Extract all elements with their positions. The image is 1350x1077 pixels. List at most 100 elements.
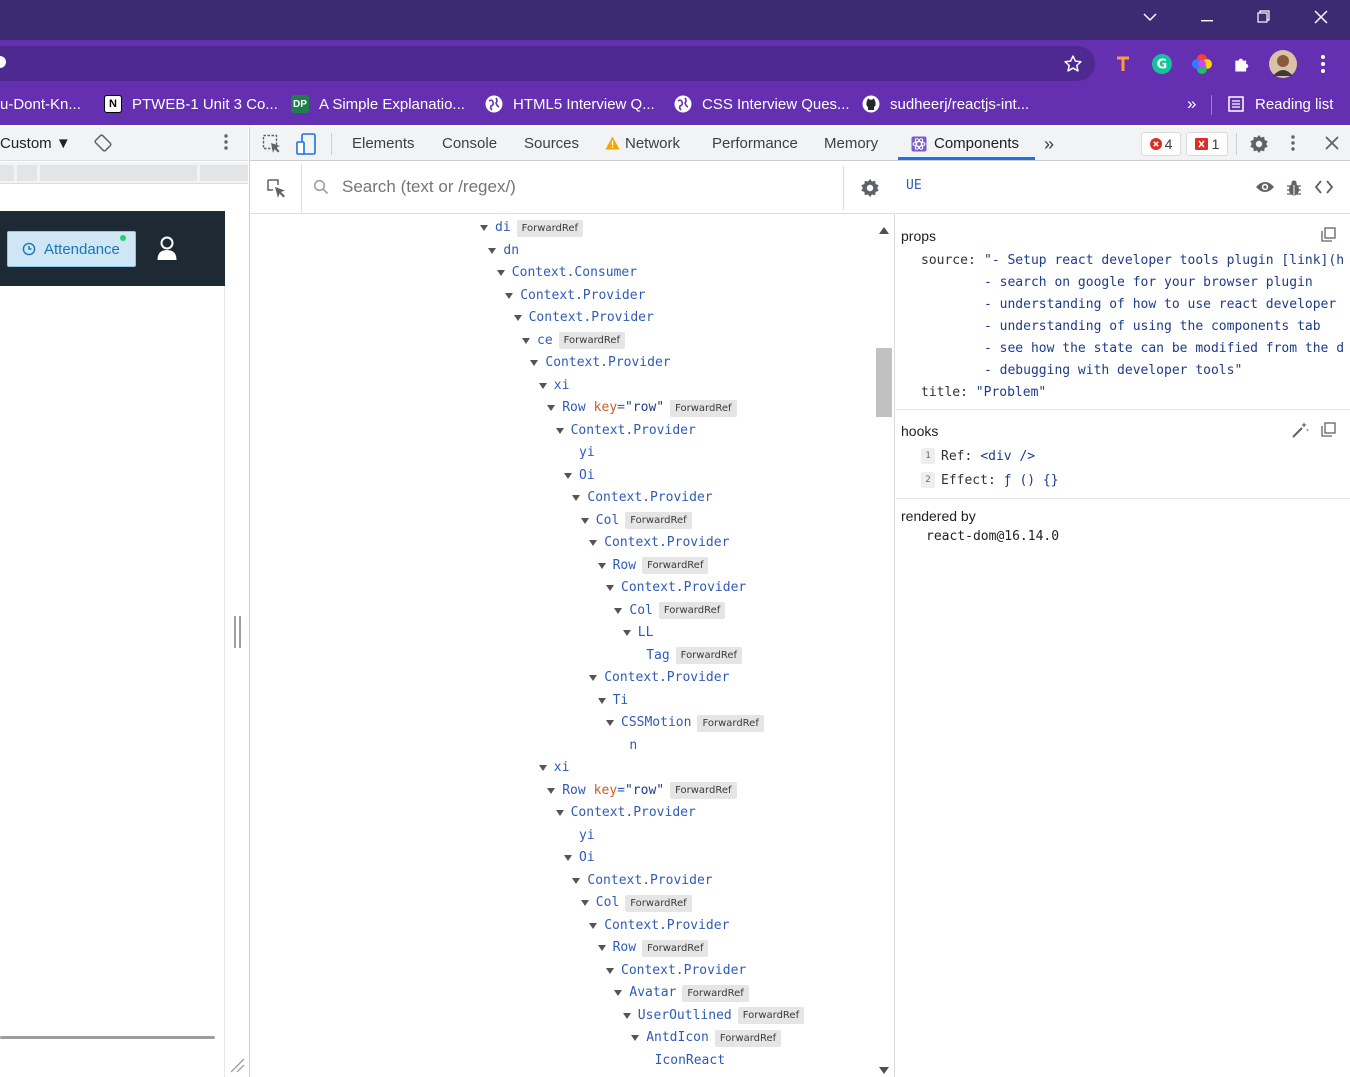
- rotate-icon[interactable]: [94, 134, 112, 152]
- debug-bug-icon[interactable]: [1286, 179, 1304, 197]
- bookmark-item[interactable]: DP A Simple Explanatio...: [291, 85, 465, 123]
- tree-node[interactable]: Oi: [564, 847, 595, 869]
- prop-source-row[interactable]: source:: [921, 253, 976, 268]
- tree-node[interactable]: Col ForwardRef: [580, 510, 692, 532]
- scroll-down-arrow[interactable]: [879, 1062, 889, 1074]
- rendered-by-value[interactable]: react-dom@16.14.0: [926, 529, 1059, 544]
- expand-caret-icon[interactable]: [513, 315, 522, 321]
- extensions-puzzle-icon[interactable]: [1227, 49, 1257, 79]
- expand-caret-icon[interactable]: [555, 810, 564, 816]
- color-picker-extension-icon[interactable]: [1187, 49, 1217, 79]
- tree-node[interactable]: Ti: [597, 690, 628, 712]
- tree-node[interactable]: n: [614, 735, 637, 757]
- bookmark-item[interactable]: u-Dont-Kn...: [0, 85, 81, 123]
- parse-hooks-wand-icon[interactable]: [1291, 421, 1309, 439]
- scroll-up-arrow[interactable]: [879, 222, 889, 234]
- tree-node[interactable]: Context.Provider: [513, 307, 654, 329]
- tree-node[interactable]: Context.Provider: [572, 487, 713, 509]
- reading-list-button[interactable]: Reading list: [1227, 85, 1333, 123]
- expand-caret-icon[interactable]: [589, 922, 598, 929]
- resize-handle[interactable]: [234, 616, 241, 648]
- device-select[interactable]: Custom ▼: [0, 133, 71, 155]
- tree-node[interactable]: ce ForwardRef: [522, 330, 626, 352]
- tree-node[interactable]: xi: [538, 375, 569, 397]
- resize-corner-icon[interactable]: [229, 1057, 245, 1073]
- expand-caret-icon[interactable]: [622, 1012, 631, 1019]
- profile-avatar[interactable]: [1268, 49, 1298, 79]
- expand-caret-icon[interactable]: [564, 855, 572, 861]
- expand-caret-icon[interactable]: [480, 225, 488, 231]
- ruler-segment[interactable]: [40, 165, 197, 181]
- expand-caret-icon[interactable]: [505, 292, 514, 299]
- expand-caret-icon[interactable]: [597, 697, 606, 704]
- copy-hooks-icon[interactable]: [1321, 422, 1337, 438]
- tab-network[interactable]: Network: [625, 127, 680, 161]
- expand-caret-icon[interactable]: [606, 585, 614, 591]
- tree-node[interactable]: Row key = "row" ForwardRef: [547, 780, 737, 802]
- tree-node[interactable]: Context.Provider: [530, 352, 671, 374]
- expand-caret-icon[interactable]: [496, 270, 505, 276]
- tree-node[interactable]: Row ForwardRef: [597, 937, 709, 959]
- tree-node[interactable]: CSSMotion ForwardRef: [606, 712, 764, 734]
- extension-toggl-icon[interactable]: [1108, 49, 1138, 79]
- expand-caret-icon[interactable]: [530, 360, 539, 366]
- search-input[interactable]: [342, 174, 822, 200]
- tree-node[interactable]: Row ForwardRef: [597, 555, 709, 577]
- expand-caret-icon[interactable]: [522, 337, 530, 344]
- tab-search-icon[interactable]: [1121, 0, 1178, 34]
- tab-components[interactable]: Components: [934, 127, 1019, 161]
- attendance-button[interactable]: Attendance: [7, 231, 136, 267]
- hook-row[interactable]: 2 Effect: ƒ () {}: [921, 472, 1059, 488]
- bookmark-item[interactable]: sudheerj/reactjs-int...: [862, 85, 1029, 123]
- tab-elements[interactable]: Elements: [352, 127, 415, 161]
- expand-caret-icon[interactable]: [538, 382, 547, 389]
- bookmark-item[interactable]: N PTWEB-1 Unit 3 Co...: [104, 85, 278, 123]
- tree-scrollbar[interactable]: [876, 215, 892, 1075]
- tree-settings-icon[interactable]: [860, 178, 880, 198]
- errors-badge[interactable]: 4: [1141, 132, 1181, 156]
- issues-badge[interactable]: 1: [1186, 132, 1228, 156]
- tab-sources[interactable]: Sources: [524, 127, 579, 161]
- expand-caret-icon[interactable]: [572, 495, 581, 501]
- expand-caret-icon[interactable]: [580, 900, 589, 906]
- expand-caret-icon[interactable]: [614, 990, 623, 996]
- expand-caret-icon[interactable]: [538, 765, 547, 771]
- tree-node[interactable]: Context.Provider: [555, 802, 696, 824]
- restore-button[interactable]: [1235, 0, 1292, 34]
- tree-node[interactable]: UserOutlined ForwardRef: [622, 1005, 805, 1027]
- tree-node[interactable]: Avatar ForwardRef: [614, 982, 749, 1004]
- expand-caret-icon[interactable]: [622, 630, 631, 636]
- tree-node[interactable]: Context.Provider: [606, 577, 746, 599]
- tree-scroll-thumb[interactable]: [876, 348, 892, 417]
- tree-node[interactable]: Context.Provider: [606, 960, 746, 982]
- select-element-icon[interactable]: [266, 178, 288, 200]
- tree-node[interactable]: Context.Provider: [505, 285, 645, 307]
- tree-node[interactable]: Context.Provider: [572, 870, 713, 892]
- address-bar[interactable]: [0, 46, 1095, 81]
- expand-caret-icon[interactable]: [614, 607, 623, 614]
- tree-node[interactable]: Context.Provider: [589, 532, 729, 554]
- expand-caret-icon[interactable]: [589, 540, 598, 546]
- expand-caret-icon[interactable]: [572, 877, 581, 884]
- more-tabs-button[interactable]: »: [1044, 127, 1054, 161]
- expand-caret-icon[interactable]: [564, 472, 572, 479]
- tree-node[interactable]: Col ForwardRef: [580, 892, 692, 914]
- tab-performance[interactable]: Performance: [712, 127, 798, 161]
- user-icon[interactable]: [156, 236, 178, 262]
- bookmark-star-icon[interactable]: [1058, 49, 1088, 79]
- tree-node[interactable]: yi: [564, 442, 595, 464]
- copy-props-icon[interactable]: [1321, 227, 1337, 243]
- tree-node[interactable]: IconReact: [640, 1050, 725, 1072]
- expand-caret-icon[interactable]: [580, 517, 589, 524]
- bookmark-item[interactable]: CSS Interview Ques...: [674, 85, 850, 123]
- tree-node[interactable]: Context.Provider: [555, 420, 696, 442]
- grammarly-icon[interactable]: G: [1147, 49, 1177, 79]
- ruler-segment[interactable]: [200, 165, 248, 181]
- minimize-button[interactable]: [1178, 0, 1235, 34]
- devtools-menu-icon[interactable]: [1291, 135, 1299, 153]
- bookmark-item[interactable]: HTML5 Interview Q...: [485, 85, 655, 123]
- hook-row[interactable]: 1 Ref: <div />: [921, 448, 1035, 464]
- expand-caret-icon[interactable]: [606, 720, 614, 726]
- tree-node[interactable]: di ForwardRef: [480, 217, 584, 239]
- expand-caret-icon[interactable]: [589, 675, 598, 681]
